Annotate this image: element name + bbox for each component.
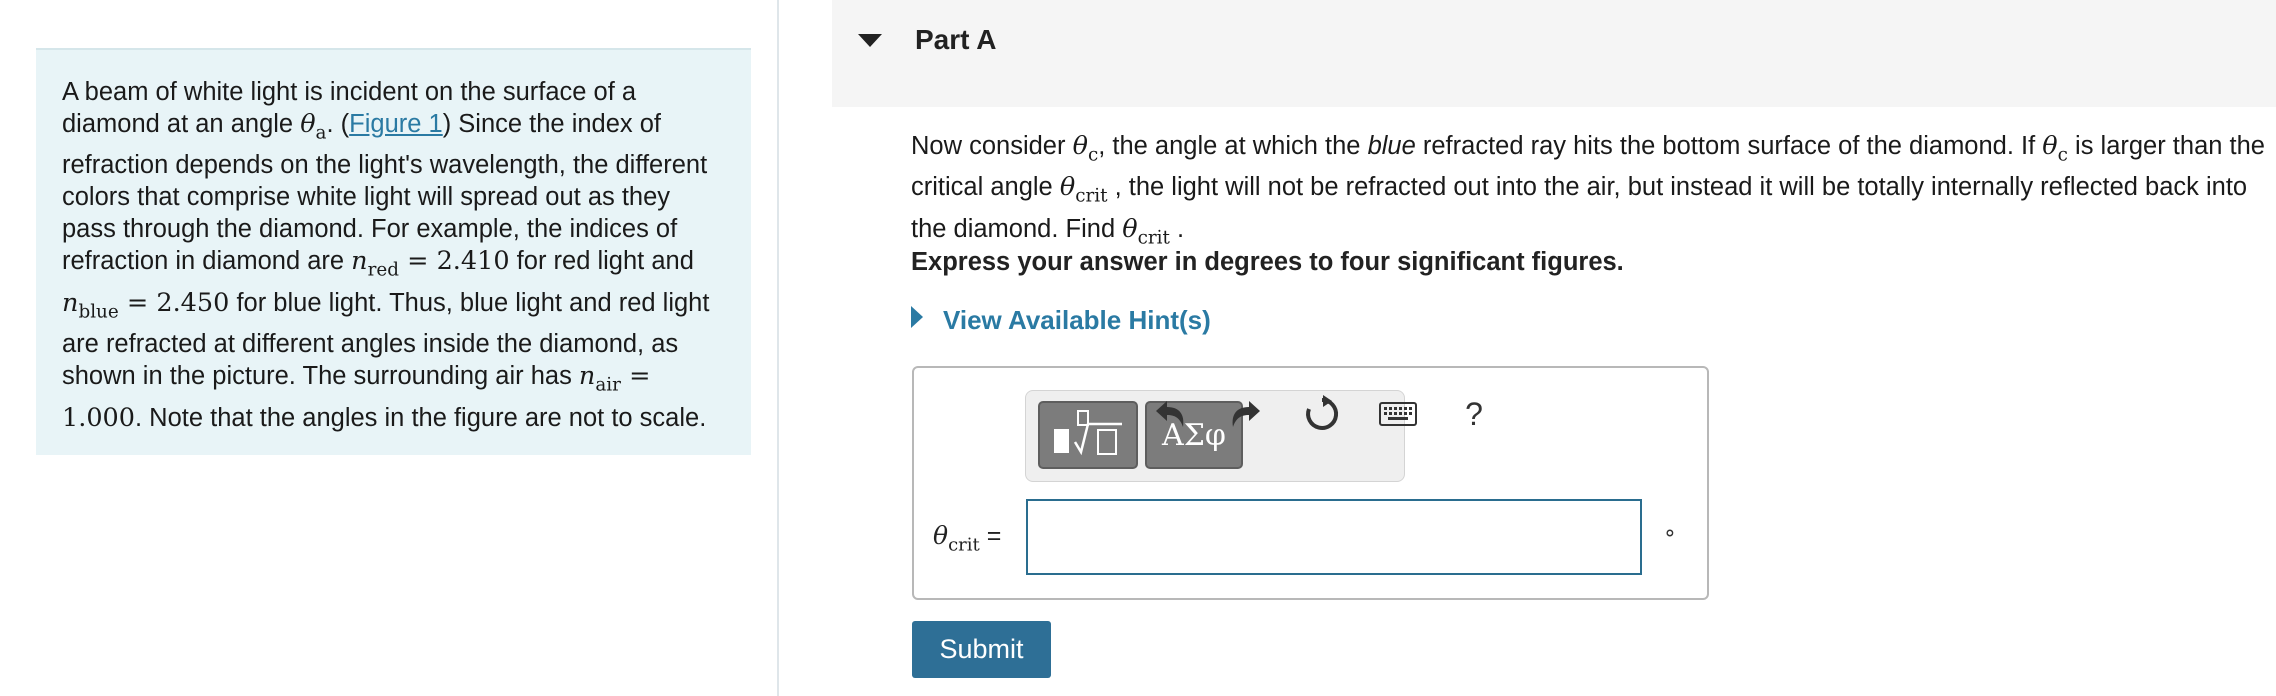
expand-triangle-icon: [911, 306, 923, 328]
templates-icon: [1054, 410, 1122, 456]
part-title: Part A: [915, 24, 997, 55]
degree-unit: ∘: [1663, 520, 1677, 545]
answer-input[interactable]: [1026, 499, 1642, 575]
submit-button[interactable]: Submit: [912, 621, 1051, 678]
part-a-header[interactable]: Part A: [832, 0, 2276, 107]
figure-1-link[interactable]: Figure 1: [349, 110, 443, 138]
keyboard-icon[interactable]: [1376, 392, 1420, 436]
n-red-value: 2.410: [436, 246, 510, 277]
n-blue-symbol: nblue: [62, 287, 119, 323]
hints-label: View Available Hint(s): [943, 305, 1211, 335]
n-red-symbol: nred: [351, 246, 399, 281]
n-air-symbol: nair: [578, 361, 621, 396]
column-divider: [777, 0, 779, 696]
problem-intro-panel: A beam of white light is incident on the…: [36, 48, 751, 455]
problem-intro-text: A beam of white light is incident on the…: [62, 78, 710, 433]
help-button[interactable]: ?: [1452, 392, 1496, 436]
theta-c-symbol: θc: [1072, 131, 1099, 166]
n-blue-value: 2.450: [156, 287, 230, 318]
theta-crit-symbol: θcrit: [1059, 172, 1108, 207]
theta-a-symbol: θa: [300, 109, 327, 144]
theta-c-symbol-2: θc: [2042, 131, 2068, 166]
n-air-value: 1.000: [62, 402, 136, 433]
answer-box: ΑΣφ ? θcrit = ∘: [912, 366, 1709, 600]
answer-label: θcrit =: [933, 521, 1002, 556]
redo-icon[interactable]: [1224, 392, 1268, 436]
math-toolbar: ΑΣφ: [1025, 390, 1405, 482]
theta-crit-symbol-2: θcrit: [1122, 213, 1170, 249]
reset-icon[interactable]: [1300, 392, 1344, 436]
view-hints-toggle[interactable]: View Available Hint(s): [911, 305, 1211, 336]
blue-word: blue: [1367, 132, 1416, 160]
undo-icon[interactable]: [1148, 392, 1192, 436]
templates-button[interactable]: [1038, 401, 1138, 469]
answer-instruction: Express your answer in degrees to four s…: [911, 248, 1624, 276]
question-text: Now consider θc, the angle at which the …: [911, 131, 2265, 249]
collapse-caret-icon[interactable]: [858, 34, 882, 47]
